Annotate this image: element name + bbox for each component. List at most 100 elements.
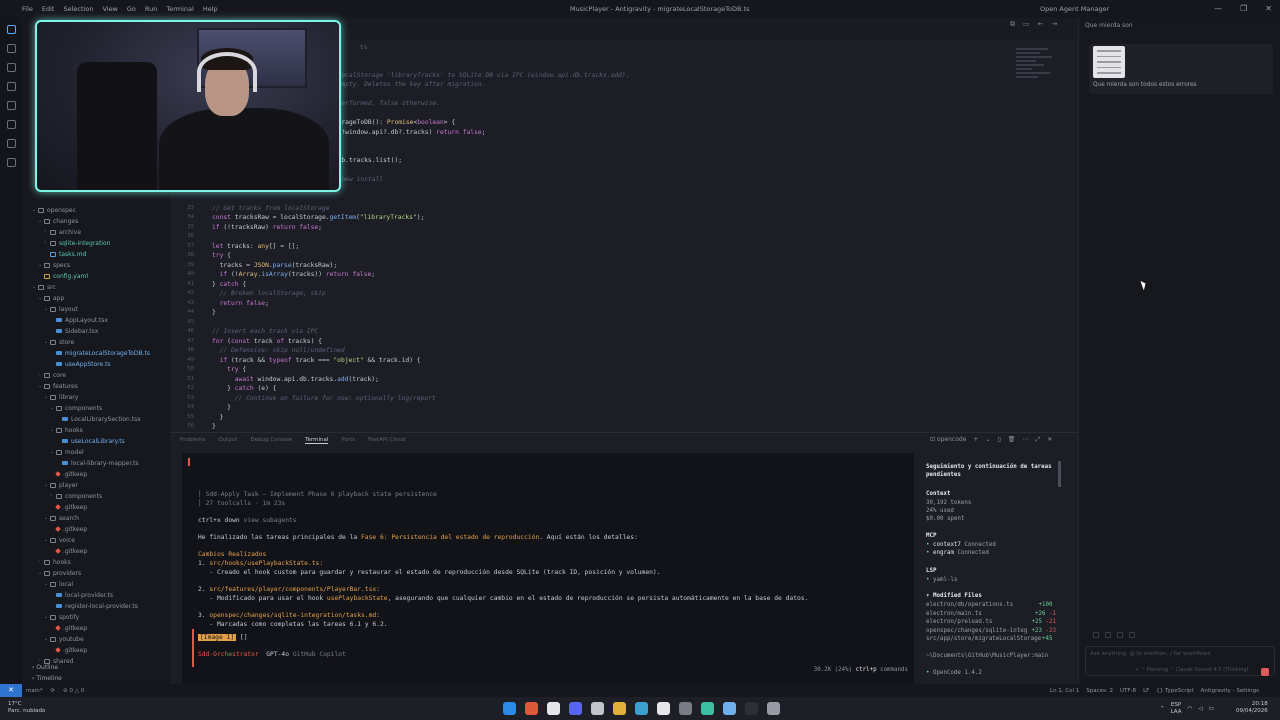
modified-file-row[interactable]: openspec/changes/sqlite-integ +23 -23 [926,628,1064,634]
language-mode[interactable]: {} TypeScript [1156,688,1193,694]
code-line[interactable]: try { [212,366,246,376]
menu-item-help[interactable]: Help [203,5,218,13]
tree-item-label[interactable]: .gitkeep [63,504,87,511]
source-control-icon[interactable] [6,63,16,72]
tree-file[interactable]: local-provider.ts [50,590,168,600]
encoding[interactable]: UTF-8 [1120,688,1136,694]
tree-file[interactable]: useLocalLibrary.tsM [56,436,176,446]
tree-item-label[interactable]: local-library-mapper.ts [71,460,139,467]
mode-label[interactable]: Planning [1147,667,1169,673]
tree-item-label[interactable]: .gitkeep [63,526,87,533]
outline-label[interactable]: Outline [36,664,58,671]
close-panel-icon[interactable]: ✕ [1047,436,1052,444]
tree-item-label[interactable]: providers [53,570,81,577]
code-line[interactable]: } catch (e) { [212,385,276,395]
new-terminal-icon[interactable]: + [973,436,978,444]
tree-folder[interactable]: ⌄ model [50,447,168,457]
tree-folder[interactable]: ⌄ youtube [44,634,168,644]
tree-folder[interactable]: ⌄ hooks [50,425,176,435]
modified-file-name[interactable]: openspec/changes/sqlite-integ [926,628,1027,634]
terminal-dropdown-icon[interactable]: ⌄ [985,436,990,444]
tree-folder[interactable]: ⌄ player [44,480,176,490]
prompt-line[interactable]: [Image 1] [] [198,634,248,641]
code-line[interactable]: // Continue on failure for now; optional… [212,395,436,405]
tab-output[interactable]: Output [218,437,237,444]
back-icon[interactable]: ← [1038,20,1044,29]
tree-item-label[interactable]: app [53,295,64,302]
tree-item-label[interactable]: search [59,515,79,522]
code-line[interactable]: const tracksRaw = localStorage.getItem("… [212,214,424,224]
tree-item-label[interactable]: LocalLibrarySection.tsx [71,416,141,423]
tree-item-label[interactable]: voice [59,537,75,544]
tab-debug-console[interactable]: Debug Console [250,437,292,444]
sync-icon[interactable]: ⟳ [51,688,56,694]
tree-file[interactable]: config.yamlU [38,271,176,281]
code-line[interactable]: * empty. Deletes the key after migration… [330,81,485,91]
modified-files-heading[interactable]: ▾ Modified Files [926,593,982,599]
tree-file[interactable]: .gitkeep [50,546,168,556]
tree-folder[interactable]: ⌄ features [38,381,176,391]
outline-section[interactable]: › Outline [32,664,58,671]
branch-indicator[interactable]: main* [26,688,43,694]
tree-file[interactable]: LocalLibrarySection.tsx [56,414,168,424]
chat-message-card[interactable]: Que mierda son todos estos errores [1089,44,1273,94]
tray-chevron-icon[interactable]: ⌃ [1160,706,1165,712]
tree-file[interactable]: useAppStore.tsM [50,359,176,369]
menu-item-view[interactable]: View [102,5,117,13]
tree-item-label[interactable]: useAppStore.ts [65,361,111,368]
taskbar-app-icon[interactable] [591,702,604,715]
explorer-icon[interactable] [6,25,16,34]
extensions-icon[interactable] [6,101,16,110]
tree-item-label[interactable]: model [65,449,84,456]
account-icon[interactable] [6,158,16,167]
tree-file[interactable]: .gitkeep [50,502,168,512]
taskbar-app-icon[interactable] [723,702,736,715]
tree-item-label[interactable]: changes [53,218,78,225]
weather-widget[interactable]: 17°C Parc. nublado [8,701,45,715]
tree-folder[interactable]: ⌄ layout [44,304,168,314]
tree-item-label[interactable]: archive [59,229,81,236]
tree-file[interactable]: .gitkeep [50,645,168,655]
remote-explorer-icon[interactable] [6,139,16,148]
tree-folder[interactable]: ⌄ app [38,293,176,303]
mention-icon[interactable] [1105,632,1111,638]
code-line[interactable]: } [212,404,231,414]
tree-folder[interactable]: ⌄ changes [38,216,176,226]
taskbar-app-icon[interactable] [613,702,626,715]
tree-item-label[interactable]: sqlite-integration [59,240,110,247]
tree-folder[interactable]: ⌄ providers [38,568,168,578]
problems-indicator[interactable]: ⊘ 0 △ 0 [63,688,84,694]
battery-icon[interactable]: ▭ [1209,706,1214,712]
menu-item-run[interactable]: Run [145,5,157,13]
tree-file[interactable]: .gitkeep [50,524,168,534]
tree-file[interactable]: .gitkeep [50,469,168,479]
tab-problems[interactable]: Problems [180,437,205,444]
code-line[interactable]: if (!Array.isArray(tracks)) return false… [212,271,376,281]
tree-item-label[interactable]: local [59,581,73,588]
tree-item-label[interactable]: config.yaml [53,273,88,280]
tree-file[interactable]: tasks.mdM [44,249,176,259]
tree-folder[interactable]: › sqlite-integration [44,238,176,248]
tree-folder[interactable]: › hooks [38,557,176,567]
tree-item-label[interactable]: library [59,394,78,401]
menu-item-terminal[interactable]: Terminal [166,5,193,13]
tree-item-label[interactable]: .gitkeep [63,647,87,654]
taskbar-app-icon[interactable] [503,702,516,715]
chat-input-placeholder[interactable]: Ask anything, @ to mention, / for workfl… [1090,651,1211,657]
tree-file[interactable]: AppLayout.tsx [50,315,168,325]
taskbar-app-icon[interactable] [657,702,670,715]
tree-folder[interactable]: › core [38,370,168,380]
timeline-label[interactable]: Timeline [36,675,62,682]
code-line[interactable]: // Broken localStorage, skip [212,290,326,300]
tree-item-label[interactable]: spotify [59,614,79,621]
menu-item-selection[interactable]: Selection [63,5,93,13]
modified-files-label[interactable]: Modified Files [933,593,982,599]
image-attachment[interactable] [1093,46,1125,78]
taskbar-app-icon[interactable] [701,702,714,715]
sidebar-scrollbar[interactable] [1058,461,1061,487]
modified-file-row[interactable]: electron/preload.ts +25 -21 [926,619,1064,625]
tree-file[interactable]: migrateLocalStorageToDB.tsU [50,348,176,358]
tree-folder[interactable]: ⌄ library [44,392,176,402]
volume-icon[interactable]: ◁ [1198,706,1202,712]
tree-folder[interactable]: ⌄ search [44,513,168,523]
